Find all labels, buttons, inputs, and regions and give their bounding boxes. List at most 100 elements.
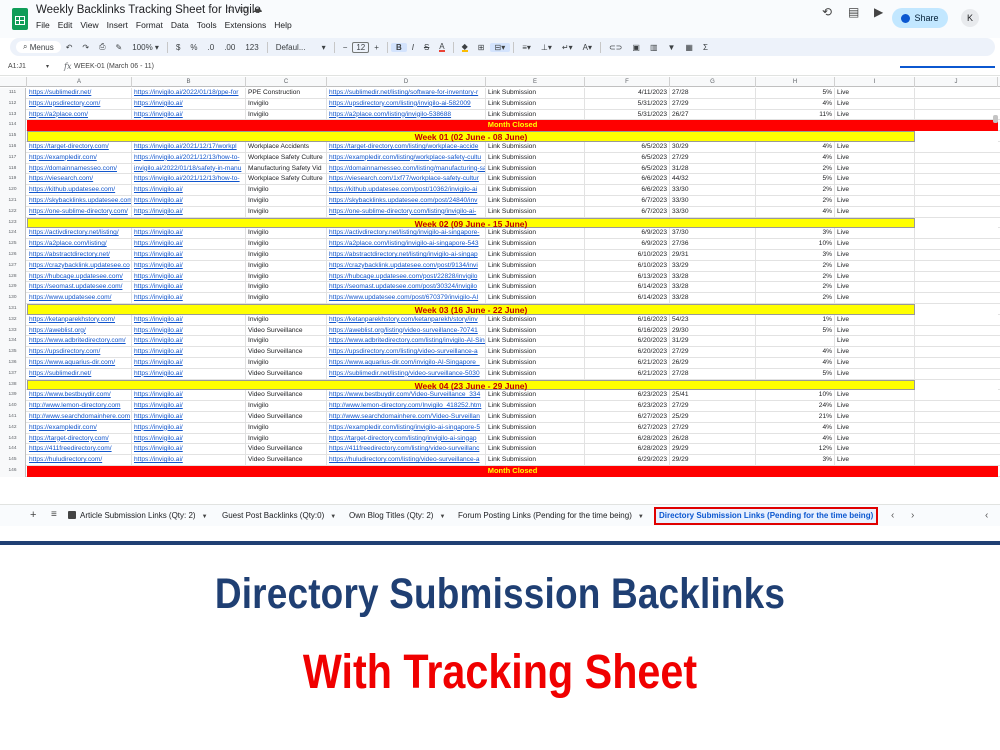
- cell-h[interactable]: 24%: [756, 401, 835, 412]
- column-header-b[interactable]: B: [132, 77, 246, 87]
- cell-a[interactable]: https://aweblist.org/: [27, 325, 132, 337]
- redo-icon[interactable]: ↷: [77, 43, 94, 52]
- cell-i[interactable]: Live: [835, 163, 915, 175]
- zoom-select[interactable]: 100% ▾: [127, 43, 164, 52]
- cell-b[interactable]: https://invigilo.ai/: [132, 249, 246, 261]
- cell-i[interactable]: Live: [835, 411, 915, 423]
- cell-f[interactable]: 6/5/2023: [585, 152, 670, 164]
- cell-e[interactable]: Link Submission: [486, 260, 585, 272]
- cell-a[interactable]: https://411freedirectory.com/: [27, 444, 132, 456]
- borders-icon[interactable]: ⊞: [473, 43, 490, 52]
- cell-a[interactable]: https://upsdirectory.com/: [27, 347, 132, 358]
- cell-a[interactable]: https://upsdirectory.com/: [27, 98, 132, 110]
- row-number[interactable]: 116: [0, 141, 26, 153]
- cell-a[interactable]: https://crazybacklink.updatesee.co: [27, 260, 132, 272]
- text-rotation-icon[interactable]: A▾: [578, 43, 597, 52]
- cell-f[interactable]: 5/31/2023: [585, 98, 670, 110]
- cell-b[interactable]: https://invigilo.ai/2021/12/13/how-to-: [132, 152, 246, 164]
- star-icon[interactable]: ☆: [226, 4, 239, 15]
- cell-b[interactable]: https://invigilo.ai/: [132, 390, 246, 402]
- undo-icon[interactable]: ↶: [61, 43, 78, 52]
- cell-d[interactable]: https://activdirectory.net/listing/invig…: [327, 228, 486, 240]
- cell-i[interactable]: Live: [835, 444, 915, 456]
- cell-d[interactable]: https://www.aquarius-dir.com/invigilo-AI…: [327, 357, 486, 369]
- cell-i[interactable]: Live: [835, 228, 915, 240]
- percent-button[interactable]: %: [185, 43, 202, 52]
- cell-b[interactable]: invigilo.ai/2022/01/18/safety-in-manu: [132, 163, 246, 175]
- cell-h[interactable]: 4%: [756, 347, 835, 358]
- grid-cell[interactable]: [915, 303, 998, 315]
- cell-g[interactable]: 37/30: [670, 228, 756, 240]
- cell-e[interactable]: Link Submission: [486, 163, 585, 175]
- cell-f[interactable]: 6/5/2023: [585, 163, 670, 175]
- cell-b[interactable]: https://invigilo.ai/: [132, 444, 246, 456]
- cell-d[interactable]: http://www.lemon-directory.com/Invigilo_…: [327, 401, 486, 412]
- cell-d[interactable]: https://abstractdirectory.net/listing/in…: [327, 249, 486, 261]
- month-closed-label[interactable]: Month Closed: [27, 120, 998, 132]
- formula-input[interactable]: WEEK-01 (March 06 - 11): [74, 63, 154, 70]
- cell-f[interactable]: 6/23/2023: [585, 401, 670, 412]
- cell-b[interactable]: https://invigilo.ai/: [132, 325, 246, 337]
- cell-e[interactable]: Link Submission: [486, 357, 585, 369]
- cell-d[interactable]: https://a2place.com/listing/invigilo-ai-…: [327, 239, 486, 250]
- cell-b[interactable]: https://invigilo.ai/: [132, 357, 246, 369]
- cell-c[interactable]: Video Surveillance: [246, 455, 327, 466]
- cell-i[interactable]: Live: [835, 433, 915, 445]
- cell-f[interactable]: 6/13/2023: [585, 271, 670, 283]
- increase-decimal-button[interactable]: .00: [219, 43, 240, 52]
- cell-h[interactable]: 2%: [756, 163, 835, 175]
- cell-g[interactable]: 33/30: [670, 185, 756, 196]
- scroll-tabs-right-icon[interactable]: ›: [911, 510, 914, 521]
- grid-cell[interactable]: [915, 131, 998, 142]
- cell-b[interactable]: https://invigilo.ai/2022/01/18/ppe-for: [132, 88, 246, 99]
- cell-f[interactable]: 6/21/2023: [585, 357, 670, 369]
- cell-c[interactable]: Manufacturing Safety Vid: [246, 163, 327, 175]
- cell-e[interactable]: Link Submission: [486, 368, 585, 380]
- cell-d[interactable]: http://www.searchdomainhere.com/Video-Su…: [327, 411, 486, 423]
- cell-c[interactable]: Workplace Accidents: [246, 141, 327, 153]
- cell-f[interactable]: 6/29/2023: [585, 455, 670, 466]
- cell-c[interactable]: Video Surveillance: [246, 390, 327, 402]
- cell-c[interactable]: Invigilo: [246, 314, 327, 326]
- cell-i[interactable]: Live: [835, 109, 915, 121]
- cell-h[interactable]: 4%: [756, 141, 835, 153]
- cell-c[interactable]: Invigilo: [246, 271, 327, 283]
- cell-a[interactable]: https://a2place.com/listing/: [27, 239, 132, 250]
- cell-e[interactable]: Link Submission: [486, 444, 585, 456]
- text-wrap-icon[interactable]: ↵▾: [557, 43, 578, 52]
- cell-e[interactable]: Link Submission: [486, 422, 585, 434]
- cell-h[interactable]: 4%: [756, 152, 835, 164]
- row-number[interactable]: 133: [0, 325, 26, 337]
- cell-e[interactable]: Link Submission: [486, 282, 585, 294]
- cell-i[interactable]: Live: [835, 206, 915, 218]
- cell-c[interactable]: Invigilo: [246, 401, 327, 412]
- cell-a[interactable]: https://skybacklinks.updatesee.com: [27, 195, 132, 207]
- cell-f[interactable]: 6/28/2023: [585, 433, 670, 445]
- cell-g[interactable]: 44/32: [670, 174, 756, 186]
- cell-c[interactable]: Invigilo: [246, 422, 327, 434]
- cell-g[interactable]: 27/29: [670, 152, 756, 164]
- number-format-button[interactable]: 123: [240, 43, 263, 52]
- cell-b[interactable]: https://invigilo.ai/: [132, 411, 246, 423]
- cell-e[interactable]: Link Submission: [486, 314, 585, 326]
- cell-g[interactable]: 33/30: [670, 206, 756, 218]
- cell-h[interactable]: 4%: [756, 422, 835, 434]
- cell-i[interactable]: Live: [835, 368, 915, 380]
- column-header-d[interactable]: D: [327, 77, 486, 87]
- cell-c[interactable]: Invigilo: [246, 282, 327, 294]
- cell-d[interactable]: https://aweblist.org/listing/video-surve…: [327, 325, 486, 337]
- cell-e[interactable]: Link Submission: [486, 325, 585, 337]
- cell-h[interactable]: 3%: [756, 455, 835, 466]
- cell-a[interactable]: https://sublimedir.net/: [27, 368, 132, 380]
- cell-i[interactable]: Live: [835, 195, 915, 207]
- cell-b[interactable]: https://invigilo.ai/: [132, 314, 246, 326]
- cell-c[interactable]: Workplace Safety Culture: [246, 174, 327, 186]
- cell-i[interactable]: Live: [835, 336, 915, 348]
- italic-button[interactable]: I: [407, 43, 419, 52]
- cell-c[interactable]: Invigilo: [246, 109, 327, 121]
- column-header-h[interactable]: H: [756, 77, 835, 87]
- row-number[interactable]: 115: [0, 131, 26, 142]
- cell-a[interactable]: https://ketanparekhstory.com/: [27, 314, 132, 326]
- menu-tools[interactable]: Tools: [197, 20, 217, 30]
- cell-g[interactable]: 31/29: [670, 336, 756, 348]
